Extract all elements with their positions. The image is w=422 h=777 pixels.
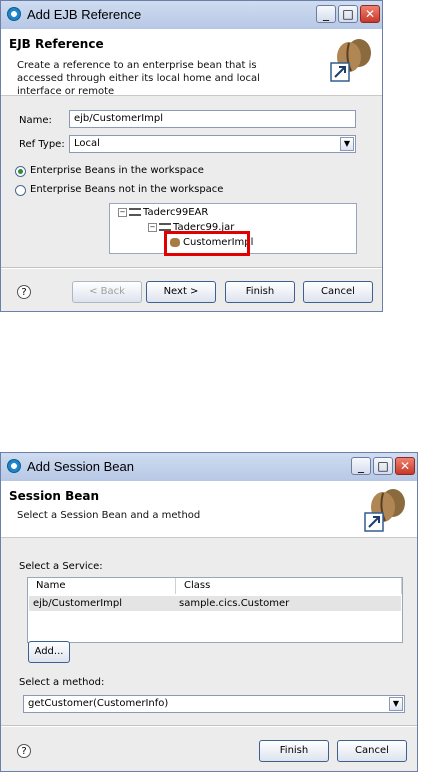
row-name-cell: ejb/CustomerImpl	[33, 598, 123, 609]
finish-button[interactable]: Finish	[225, 281, 295, 303]
page-title: Session Bean	[9, 489, 100, 503]
chevron-down-icon[interactable]: ▼	[340, 137, 354, 151]
jar-icon	[159, 223, 171, 231]
radio-not-workspace[interactable]	[15, 185, 26, 196]
finish-button[interactable]: Finish	[259, 740, 329, 762]
eclipse-icon	[7, 7, 21, 21]
row-class-cell: sample.cics.Customer	[179, 598, 290, 609]
radio-workspace[interactable]	[15, 166, 26, 177]
maximize-button[interactable]: □	[373, 457, 393, 475]
eclipse-icon	[7, 459, 21, 473]
radio-not-workspace-label[interactable]: Enterprise Beans not in the workspace	[30, 184, 223, 195]
next-button[interactable]: Next >	[146, 281, 216, 303]
dialog-title: Add EJB Reference	[27, 7, 142, 22]
ref-type-label: Ref Type:	[19, 139, 65, 150]
maximize-button[interactable]: □	[338, 5, 358, 23]
title-bar: Add EJB Reference _ □ ✕	[1, 1, 382, 30]
column-header-class[interactable]: Class	[176, 578, 402, 594]
column-header-name[interactable]: Name	[28, 578, 176, 594]
wizard-header: Session Bean Select a Session Bean and a…	[1, 481, 417, 538]
minimize-button[interactable]: _	[316, 5, 336, 23]
help-icon[interactable]: ?	[17, 285, 31, 299]
service-table[interactable]: Name Class ejb/CustomerImpl sample.cics.…	[27, 577, 403, 643]
radio-workspace-label[interactable]: Enterprise Beans in the workspace	[30, 165, 204, 176]
name-field[interactable]: ejb/CustomerImpl	[69, 110, 356, 128]
title-bar: Add Session Bean _ □ ✕	[1, 453, 417, 482]
enterprise-bean-icon	[364, 489, 405, 532]
back-button[interactable]: < Back	[72, 281, 142, 303]
ref-type-select[interactable]: Local ▼	[69, 135, 356, 153]
tree-node-ear[interactable]: − Taderc99EAR	[118, 207, 208, 218]
cancel-button[interactable]: Cancel	[337, 740, 407, 762]
add-button[interactable]: Add...	[28, 641, 70, 663]
help-icon[interactable]: ?	[17, 744, 31, 758]
ref-type-value: Local	[74, 138, 100, 149]
collapse-icon[interactable]: −	[118, 207, 127, 217]
name-label: Name:	[19, 115, 52, 126]
page-description: Create a reference to an enterprise bean…	[17, 60, 260, 97]
enterprise-bean-icon	[330, 39, 371, 82]
table-row[interactable]: ejb/CustomerImpl sample.cics.Customer	[29, 596, 401, 611]
page-title: EJB Reference	[9, 37, 104, 51]
dialog-title: Add Session Bean	[27, 459, 134, 474]
close-button[interactable]: ✕	[360, 5, 380, 23]
wizard-header: EJB Reference Create a reference to an e…	[1, 29, 382, 97]
add-ejb-reference-dialog: Add EJB Reference _ □ ✕ EJB Reference Cr…	[0, 0, 383, 312]
close-button[interactable]: ✕	[395, 457, 415, 475]
method-select[interactable]: getCustomer(CustomerInfo) ▼	[23, 695, 405, 713]
add-session-bean-dialog: Add Session Bean _ □ ✕ Session Bean Sele…	[0, 452, 418, 772]
collapse-icon[interactable]: −	[148, 222, 157, 232]
highlight-box	[164, 231, 250, 256]
divider	[1, 267, 382, 269]
minimize-button[interactable]: _	[351, 457, 371, 475]
chevron-down-icon[interactable]: ▼	[389, 697, 403, 711]
ear-icon	[129, 208, 141, 216]
method-value: getCustomer(CustomerInfo)	[28, 698, 169, 709]
divider	[1, 725, 417, 727]
select-method-label: Select a method:	[19, 677, 105, 688]
select-service-label: Select a Service:	[19, 561, 103, 572]
cancel-button[interactable]: Cancel	[303, 281, 373, 303]
page-description: Select a Session Bean and a method	[17, 510, 201, 521]
